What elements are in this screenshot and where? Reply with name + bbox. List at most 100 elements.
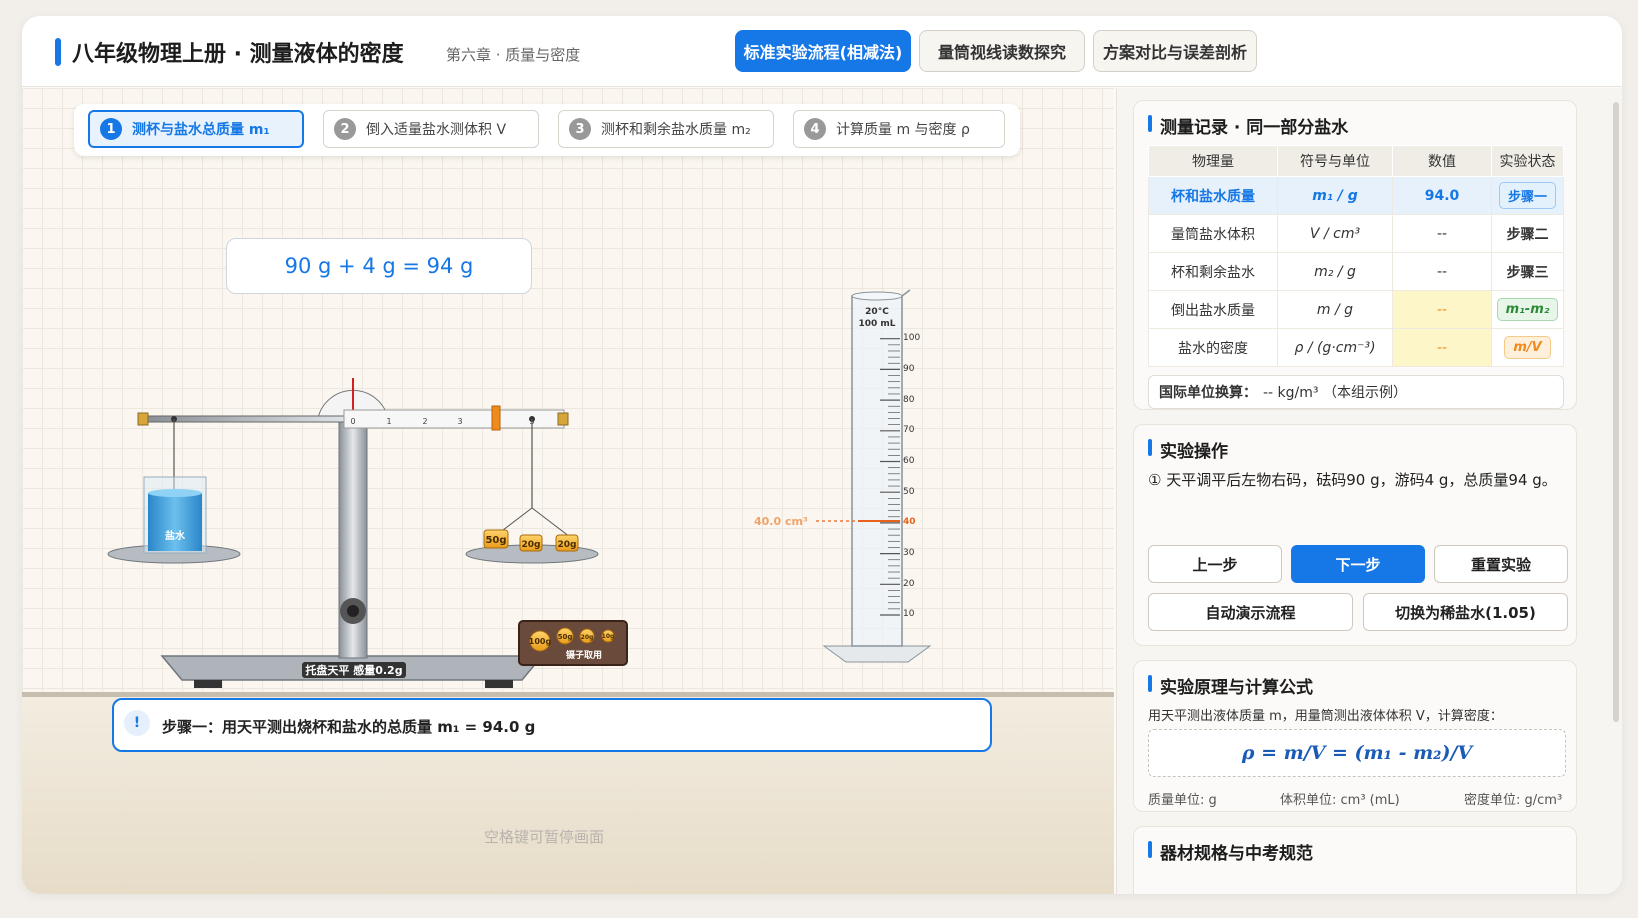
- measuring-cylinder[interactable]: 20°C 100 mL 100 90 80 70 60 50 40 30 20 …: [742, 278, 942, 678]
- next-button[interactable]: 下一步: [1291, 545, 1425, 583]
- app-window: 八年级物理上册 · 测量液体的密度 第六章 · 质量与密度 标准实验流程(相减法…: [22, 16, 1622, 894]
- cyl-label-40: 40: [903, 517, 916, 527]
- col-status: 实验状态: [1491, 145, 1564, 177]
- equipment-panel: 器材规格与中考规范: [1133, 826, 1577, 894]
- si-value: -- kg/m³ （本组示例）: [1263, 385, 1407, 401]
- info-icon: !: [124, 710, 150, 736]
- header: 八年级物理上册 · 测量液体的密度 第六章 · 质量与密度 标准实验流程(相减法…: [22, 16, 1622, 87]
- weight-20g-b: 20g: [555, 534, 579, 552]
- principle-panel: 实验原理与计算公式 用天平测出液体质量 m，用量筒测出液体体积 V，计算密度： …: [1133, 660, 1577, 812]
- experiment-stage: 1 测杯与盐水总质量 m₁ 2 倒入适量盐水测体积 V 3 测杯和剩余盐水质量 …: [22, 88, 1114, 894]
- row-2-unit: V / cm³: [1277, 214, 1393, 253]
- row-1-status: 步骤一: [1498, 182, 1556, 209]
- rider-tick-1: 1: [386, 417, 391, 426]
- switch-dilute-button[interactable]: 切换为稀盐水(1.05): [1363, 593, 1568, 631]
- si-conversion: 国际单位换算： -- kg/m³ （本组示例）: [1148, 375, 1564, 409]
- balance-nut-left: [137, 412, 149, 426]
- row-2-value: --: [1392, 214, 1492, 253]
- row-5-status: m/V: [1504, 336, 1551, 359]
- rider-tick-0: 0: [350, 417, 355, 426]
- cyl-label-100: 100: [903, 333, 920, 343]
- svg-text:20g: 20g: [522, 540, 541, 550]
- row-1-value: 94.0: [1392, 176, 1492, 215]
- row-5-unit: ρ / (g·cm⁻³): [1277, 328, 1393, 367]
- table-row: 倒出盐水质量 m / g -- m₁-m₂: [1148, 290, 1564, 329]
- principle-desc: 用天平测出液体质量 m，用量筒测出液体体积 V，计算密度：: [1148, 709, 1503, 724]
- record-table: 物理量 符号与单位 数值 实验状态 杯和盐水质量 m₁ / g 94.0 步骤一…: [1148, 145, 1564, 367]
- row-1-unit: m₁ / g: [1277, 176, 1393, 215]
- equipment-title: 器材规格与中考规范: [1148, 839, 1313, 864]
- record-panel: 测量记录 · 同一部分盐水 物理量 符号与单位 数值 实验状态 杯和盐水质量 m…: [1133, 100, 1577, 410]
- cylinder-capacity: 100 mL: [858, 319, 895, 329]
- table-row: 杯和盐水质量 m₁ / g 94.0 步骤一: [1148, 176, 1564, 215]
- row-2-name: 量筒盐水体积: [1148, 214, 1278, 253]
- side-panel-scrollbar[interactable]: [1613, 102, 1619, 722]
- row-5-name: 盐水的密度: [1148, 328, 1278, 367]
- cylinder-tick-labels: 100 90 80 70 60 50 40 30 20 10: [903, 333, 920, 619]
- row-5-value: --: [1392, 328, 1492, 367]
- cyl-label-70: 70: [903, 425, 915, 435]
- col-value: 数值: [1392, 145, 1492, 177]
- cylinder-temp: 20°C: [865, 307, 889, 317]
- si-label: 国际单位换算：: [1159, 385, 1257, 401]
- table-row: 杯和剩余盐水 m₂ / g -- 步骤三: [1148, 252, 1564, 291]
- volume-reading: 40.0 cm³: [754, 515, 808, 528]
- row-2-status: 步骤二: [1491, 214, 1564, 253]
- row-4-status: m₁-m₂: [1496, 298, 1559, 321]
- tab-error-analysis[interactable]: 方案对比与误差剖析: [1093, 30, 1257, 72]
- cyl-label-50: 50: [903, 487, 915, 497]
- pillar-knob-center: [347, 605, 359, 617]
- reset-button[interactable]: 重置实验: [1434, 545, 1568, 583]
- tab-reading-explore[interactable]: 量筒视线读数探究: [919, 30, 1085, 72]
- table-row: 盐水的密度 ρ / (g·cm⁻³) -- m/V: [1148, 328, 1564, 367]
- beaker-label: 盐水: [165, 529, 186, 542]
- col-quantity: 物理量: [1148, 145, 1278, 177]
- page-subtitle: 第六章 · 质量与密度: [446, 46, 581, 64]
- beaker-liquid: [148, 493, 202, 551]
- cyl-label-30: 30: [903, 548, 915, 558]
- prev-button[interactable]: 上一步: [1148, 545, 1282, 583]
- cyl-label-80: 80: [903, 395, 915, 405]
- side-panel[interactable]: 测量记录 · 同一部分盐水 物理量 符号与单位 数值 实验状态 杯和盐水质量 m…: [1116, 88, 1622, 894]
- svg-text:50g: 50g: [485, 535, 506, 546]
- title-accent: [55, 38, 61, 66]
- tab-standard-flow[interactable]: 标准实验流程(相减法): [735, 30, 911, 72]
- unit-mass: 质量单位: g: [1148, 793, 1217, 808]
- balance-foot-right: [485, 680, 513, 688]
- auto-demo-button[interactable]: 自动演示流程: [1148, 593, 1353, 631]
- rider-tick-2: 2: [422, 417, 427, 426]
- page-title: 八年级物理上册 · 测量液体的密度: [72, 42, 404, 67]
- operation-panel: 实验操作 ① 天平调平后左物右码，砝码90 g，游码4 g，总质量94 g。 上…: [1133, 424, 1577, 646]
- balance-foot-left: [194, 680, 222, 688]
- row-4-value: --: [1392, 290, 1492, 329]
- cyl-label-10: 10: [903, 609, 915, 619]
- record-title: 测量记录 · 同一部分盐水: [1148, 113, 1348, 138]
- cylinder-base: [822, 645, 932, 663]
- row-3-unit: m₂ / g: [1277, 252, 1393, 291]
- row-1-name: 杯和盐水质量: [1148, 176, 1278, 215]
- weight-20g-a: 20g: [519, 534, 543, 552]
- step-message-text: 步骤一：用天平测出烧杯和盐水的总质量 m₁ = 94.0 g: [162, 718, 536, 736]
- balance-label: 托盘天平 感量0.2g: [305, 663, 402, 677]
- record-header-row: 物理量 符号与单位 数值 实验状态: [1148, 145, 1564, 177]
- svg-text:100g: 100g: [529, 637, 552, 646]
- row-3-value: --: [1392, 252, 1492, 291]
- rider-tick-3: 3: [457, 417, 462, 426]
- unit-volume: 体积单位: cm³ (mL): [1280, 793, 1400, 808]
- cyl-label-60: 60: [903, 456, 915, 466]
- weight-box[interactable]: 100g 50g 20g 10g 镊子取用: [518, 620, 628, 666]
- weight-50g: 50g: [483, 529, 509, 549]
- row-3-status: 步骤三: [1491, 252, 1564, 291]
- cyl-label-90: 90: [903, 364, 915, 374]
- svg-text:20g: 20g: [581, 634, 594, 641]
- step-message: ! 步骤一：用天平测出烧杯和盐水的总质量 m₁ = 94.0 g: [112, 698, 992, 752]
- svg-text:10g: 10g: [602, 633, 615, 640]
- row-3-name: 杯和剩余盐水: [1148, 252, 1278, 291]
- cyl-label-20: 20: [903, 579, 915, 589]
- balance-scale[interactable]: 托盘天平 感量0.2g 0 1 2 3 4 5: [22, 88, 1114, 708]
- row-4-unit: m / g: [1277, 290, 1393, 329]
- unit-density: 密度单位: g/cm³: [1464, 793, 1563, 808]
- cylinder-body: [851, 295, 903, 647]
- rider-weight: [491, 405, 501, 431]
- table-row: 量筒盐水体积 V / cm³ -- 步骤二: [1148, 214, 1564, 253]
